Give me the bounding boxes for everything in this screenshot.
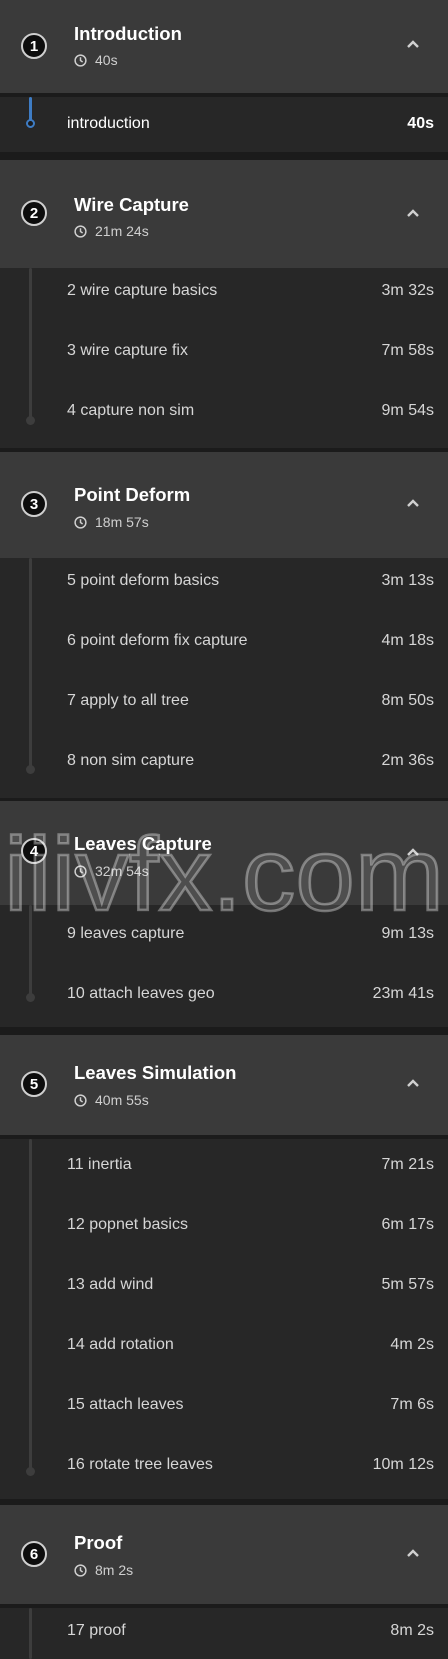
- section-duration: 32m 54s: [74, 863, 149, 879]
- section-title: Leaves Simulation: [74, 1062, 237, 1083]
- lesson-item[interactable]: 15 attach leaves 7m 6s: [0, 1386, 448, 1426]
- lesson-title: 7 apply to all tree: [67, 692, 189, 709]
- chevron-up-icon[interactable]: [406, 208, 420, 218]
- lesson-item[interactable]: 7 apply to all tree 8m 50s: [0, 682, 448, 722]
- lesson-duration: 2m 36s: [381, 752, 434, 769]
- chevron-up-icon[interactable]: [406, 39, 420, 49]
- lesson-title: 8 non sim capture: [67, 752, 195, 769]
- lesson-title: 10 attach leaves geo: [67, 985, 215, 1002]
- lesson-item[interactable]: 6 point deform fix capture 4m 18s: [0, 622, 448, 662]
- section-duration: 21m 24s: [74, 223, 149, 239]
- lesson-item[interactable]: 13 add wind 5m 57s: [0, 1266, 448, 1306]
- lesson-item[interactable]: 16 rotate tree leaves 10m 12s: [0, 1446, 448, 1486]
- lesson-item[interactable]: 10 attach leaves geo 23m 41s: [0, 975, 448, 1015]
- chevron-up-icon[interactable]: [406, 1078, 420, 1088]
- section-body: 17 proof 8m 2s: [0, 1608, 448, 1659]
- lesson-item[interactable]: 12 popnet basics 6m 17s: [0, 1206, 448, 1246]
- clock-icon: [74, 53, 87, 67]
- clock-icon: [74, 224, 87, 238]
- clock-icon: [74, 864, 87, 878]
- section-number-badge: 1: [21, 33, 47, 59]
- lesson-duration: 4m 18s: [381, 632, 434, 649]
- section-duration-text: 40s: [95, 52, 118, 68]
- section-header[interactable]: 3 Point Deform 18m 57s: [0, 452, 448, 558]
- lesson-item[interactable]: 8 non sim capture 2m 36s: [0, 742, 448, 782]
- lesson-duration: 8m 50s: [381, 692, 434, 709]
- section-number-badge: 4: [21, 838, 47, 864]
- chevron-up-icon[interactable]: [406, 1548, 420, 1558]
- section-duration-text: 21m 24s: [95, 223, 149, 239]
- chevron-up-icon[interactable]: [406, 498, 420, 508]
- lesson-item[interactable]: 9 leaves capture 9m 13s: [0, 915, 448, 955]
- lesson-duration: 7m 58s: [381, 342, 434, 359]
- lesson-duration: 7m 6s: [390, 1396, 434, 1413]
- lesson-duration: 40s: [407, 115, 434, 132]
- lesson-title: 2 wire capture basics: [67, 282, 218, 299]
- section-title: Proof: [74, 1532, 123, 1553]
- section-body: 9 leaves capture 9m 13s 10 attach leaves…: [0, 905, 448, 1027]
- lesson-item[interactable]: introduction 40s: [0, 105, 448, 145]
- lesson-title: 13 add wind: [67, 1276, 154, 1293]
- section-header[interactable]: 6 Proof 8m 2s: [0, 1505, 448, 1604]
- lesson-item[interactable]: 17 proof 8m 2s: [0, 1612, 448, 1652]
- lesson-duration: 3m 32s: [381, 282, 434, 299]
- lesson-duration: 5m 57s: [381, 1276, 434, 1293]
- lesson-item[interactable]: 11 inertia 7m 21s: [0, 1146, 448, 1186]
- lesson-duration: 10m 12s: [372, 1456, 434, 1473]
- lesson-title: 11 inertia: [67, 1156, 132, 1173]
- lesson-title: 16 rotate tree leaves: [67, 1456, 213, 1473]
- lesson-duration: 9m 13s: [381, 925, 434, 942]
- lesson-duration: 8m 2s: [390, 1622, 434, 1639]
- lesson-title: 6 point deform fix capture: [67, 632, 248, 649]
- section-title: Leaves Capture: [74, 833, 212, 854]
- section-duration-text: 18m 57s: [95, 514, 149, 530]
- section-title: Wire Capture: [74, 194, 189, 215]
- section-number-badge: 3: [21, 491, 47, 517]
- section-duration-text: 40m 55s: [95, 1092, 149, 1108]
- lesson-title: 3 wire capture fix: [67, 342, 188, 359]
- section-header[interactable]: 5 Leaves Simulation 40m 55s: [0, 1035, 448, 1135]
- lesson-item[interactable]: 5 point deform basics 3m 13s: [0, 562, 448, 602]
- section-duration-text: 8m 2s: [95, 1562, 134, 1578]
- lesson-title: 12 popnet basics: [67, 1216, 188, 1233]
- section-number-badge: 2: [21, 200, 47, 226]
- section-body: 5 point deform basics 3m 13s 6 point def…: [0, 558, 448, 798]
- lesson-item[interactable]: 4 capture non sim 9m 54s: [0, 392, 448, 432]
- section-duration: 40m 55s: [74, 1092, 149, 1108]
- section-title: Introduction: [74, 23, 182, 44]
- section-body: 2 wire capture basics 3m 32s 3 wire capt…: [0, 268, 448, 448]
- lesson-duration: 7m 21s: [381, 1156, 434, 1173]
- section-body: 11 inertia 7m 21s 12 popnet basics 6m 17…: [0, 1139, 448, 1499]
- section-number-badge: 5: [21, 1071, 47, 1097]
- lesson-item[interactable]: 14 add rotation 4m 2s: [0, 1326, 448, 1366]
- lesson-title: 14 add rotation: [67, 1336, 174, 1353]
- section-header[interactable]: 4 Leaves Capture 32m 54s: [0, 801, 448, 905]
- lesson-item[interactable]: 2 wire capture basics 3m 32s: [0, 272, 448, 312]
- section-duration: 40s: [74, 52, 118, 68]
- lesson-duration: 3m 13s: [381, 572, 434, 589]
- lesson-item[interactable]: 3 wire capture fix 7m 58s: [0, 332, 448, 372]
- lesson-duration: 9m 54s: [381, 402, 434, 419]
- lesson-title: 17 proof: [67, 1622, 126, 1639]
- lesson-title: 9 leaves capture: [67, 925, 185, 942]
- clock-icon: [74, 1093, 87, 1107]
- section-title: Point Deform: [74, 484, 191, 505]
- lesson-duration: 6m 17s: [381, 1216, 434, 1233]
- section-duration: 18m 57s: [74, 514, 149, 530]
- clock-icon: [74, 1563, 87, 1577]
- section-duration-text: 32m 54s: [95, 863, 149, 879]
- section-number-badge: 6: [21, 1541, 47, 1567]
- section-duration: 8m 2s: [74, 1562, 133, 1578]
- section-header[interactable]: 2 Wire Capture 21m 24s: [0, 160, 448, 268]
- lesson-duration: 23m 41s: [372, 985, 434, 1002]
- lesson-title: 15 attach leaves: [67, 1396, 184, 1413]
- lesson-duration: 4m 2s: [390, 1336, 434, 1353]
- lesson-title: 4 capture non sim: [67, 402, 195, 419]
- section-header[interactable]: 1 Introduction 40s: [0, 0, 448, 93]
- section-body: introduction 40s: [0, 97, 448, 152]
- lesson-title: introduction: [67, 115, 150, 132]
- chevron-up-icon[interactable]: [406, 847, 420, 857]
- clock-icon: [74, 515, 87, 529]
- lesson-title: 5 point deform basics: [67, 572, 220, 589]
